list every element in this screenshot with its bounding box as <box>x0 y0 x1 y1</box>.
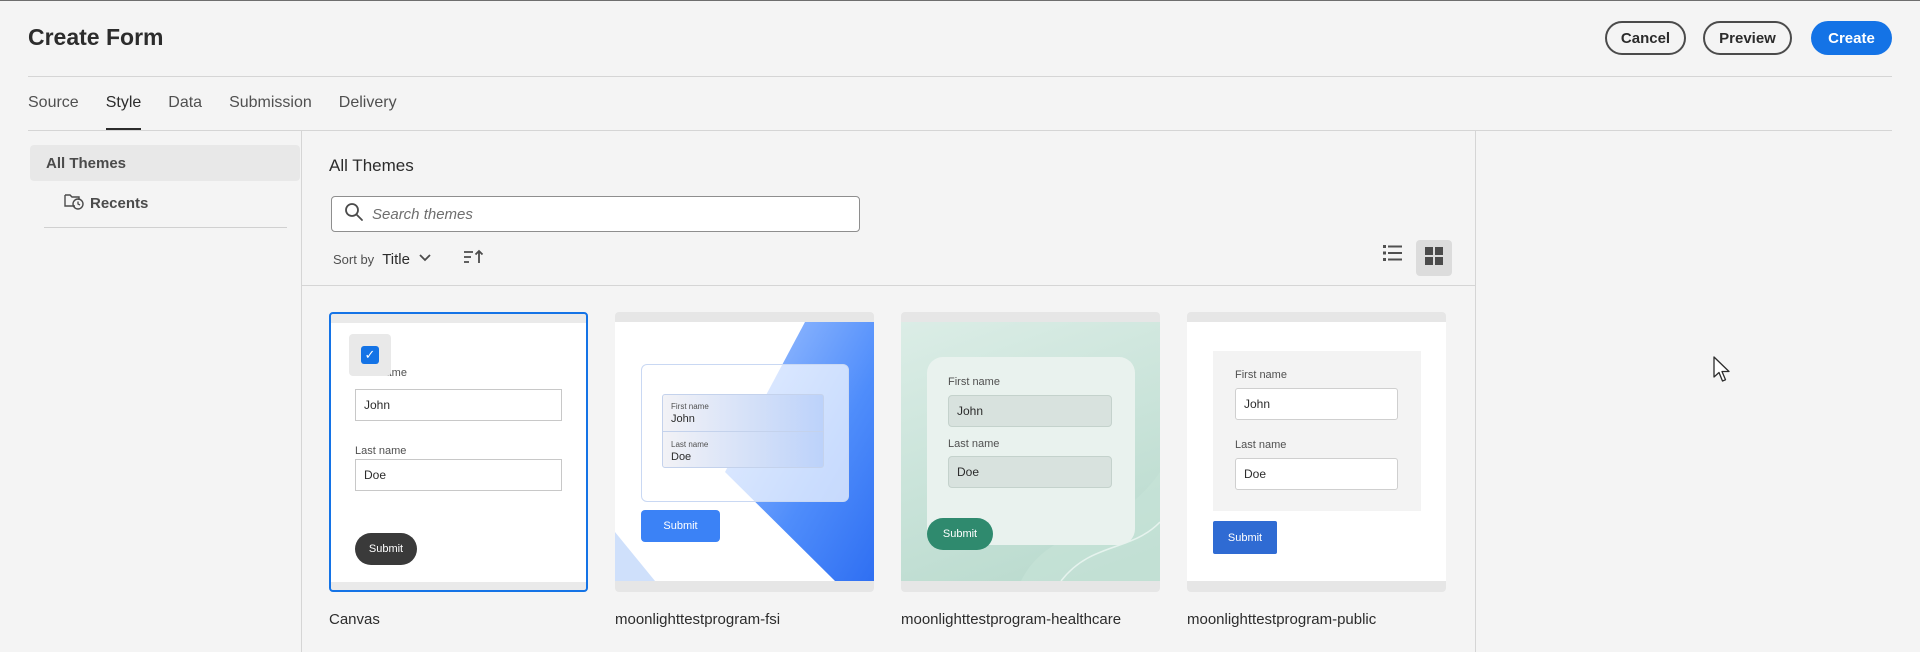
theme-preview: First name John Last name Doe Submit <box>901 322 1160 581</box>
tab-source[interactable]: Source <box>28 90 79 130</box>
theme-name: moonlighttestprogram-fsi <box>615 611 781 628</box>
first-name-label: First name <box>671 402 709 411</box>
sort-by-label: Sort by <box>333 251 375 267</box>
cancel-button[interactable]: Cancel <box>1605 21 1686 55</box>
tab-bar: Source Style Data Submission Delivery <box>28 90 424 130</box>
last-name-field: Doe <box>948 456 1112 488</box>
last-name-field: Doe <box>1235 458 1398 490</box>
last-name-label: Last name <box>355 445 407 457</box>
theme-preview: First name John Last name Doe Submit <box>615 322 874 581</box>
mouse-cursor-icon <box>1713 356 1733 389</box>
first-name-field: John <box>355 389 562 421</box>
first-name-field: John <box>948 395 1112 427</box>
theme-name: moonlighttestprogram-healthcare <box>901 611 1122 628</box>
tabs-divider <box>28 130 1892 131</box>
content-divider <box>302 285 1475 286</box>
last-name-field: Doe <box>355 459 562 491</box>
sort-by-value: Title <box>382 250 410 268</box>
submit-preview: Submit <box>927 518 993 550</box>
sidebar-item-recents[interactable]: Recents <box>64 192 148 214</box>
sidebar-item-all-themes[interactable]: All Themes <box>30 145 300 181</box>
theme-preview: First name John Last name Doe Submit <box>1187 322 1446 581</box>
grid-view-icon <box>1425 246 1443 270</box>
section-title: All Themes <box>329 156 414 175</box>
sidebar-border <box>301 131 302 652</box>
theme-card-canvas[interactable]: First name John Last name Doe Submit ✓ <box>329 312 588 592</box>
first-name-value: John <box>671 413 695 425</box>
chevron-down-icon <box>418 250 432 268</box>
sidebar-divider <box>44 227 287 228</box>
search-icon <box>344 202 364 227</box>
preview-button[interactable]: Preview <box>1703 21 1792 55</box>
tab-submission[interactable]: Submission <box>229 90 312 130</box>
first-name-label: First name <box>948 376 1000 388</box>
checkmark-icon: ✓ <box>361 346 379 364</box>
theme-name: moonlighttestprogram-public <box>1187 611 1377 628</box>
sort-ascending-icon <box>463 249 485 270</box>
search-box[interactable] <box>331 196 860 232</box>
fsi-field-divider <box>662 431 824 432</box>
sidebar-item-label: Recents <box>90 194 149 212</box>
folder-clock-icon <box>64 192 84 214</box>
page-title: Create Form <box>28 24 164 50</box>
theme-card-healthcare[interactable]: First name John Last name Doe Submit <box>901 312 1160 592</box>
select-checkbox[interactable]: ✓ <box>349 334 391 376</box>
tab-data[interactable]: Data <box>168 90 202 130</box>
first-name-field: John <box>1235 388 1398 420</box>
theme-card-public[interactable]: First name John Last name Doe Submit <box>1187 312 1446 592</box>
tab-style[interactable]: Style <box>105 90 141 130</box>
sort-direction-button[interactable] <box>463 248 485 271</box>
submit-preview: Submit <box>355 533 417 565</box>
window-top-border <box>0 0 1920 1</box>
last-name-label: Last name <box>671 440 709 449</box>
list-view-button[interactable] <box>1378 240 1408 270</box>
theme-name: Canvas <box>329 611 380 628</box>
header-divider <box>28 76 1892 77</box>
search-input[interactable] <box>372 205 842 223</box>
grid-view-button[interactable] <box>1416 240 1452 276</box>
create-button[interactable]: Create <box>1811 21 1892 55</box>
submit-preview: Submit <box>641 510 720 542</box>
last-name-label: Last name <box>948 438 1000 450</box>
submit-preview: Submit <box>1213 521 1277 554</box>
first-name-label: First name <box>1235 369 1287 381</box>
last-name-value: Doe <box>671 451 692 463</box>
list-view-icon <box>1383 244 1403 267</box>
theme-card-fsi[interactable]: First name John Last name Doe Submit <box>615 312 874 592</box>
content-border <box>1475 131 1476 652</box>
sort-by-picker[interactable]: Sort by Title <box>333 250 432 268</box>
tab-delivery[interactable]: Delivery <box>339 90 397 130</box>
last-name-label: Last name <box>1235 439 1287 451</box>
